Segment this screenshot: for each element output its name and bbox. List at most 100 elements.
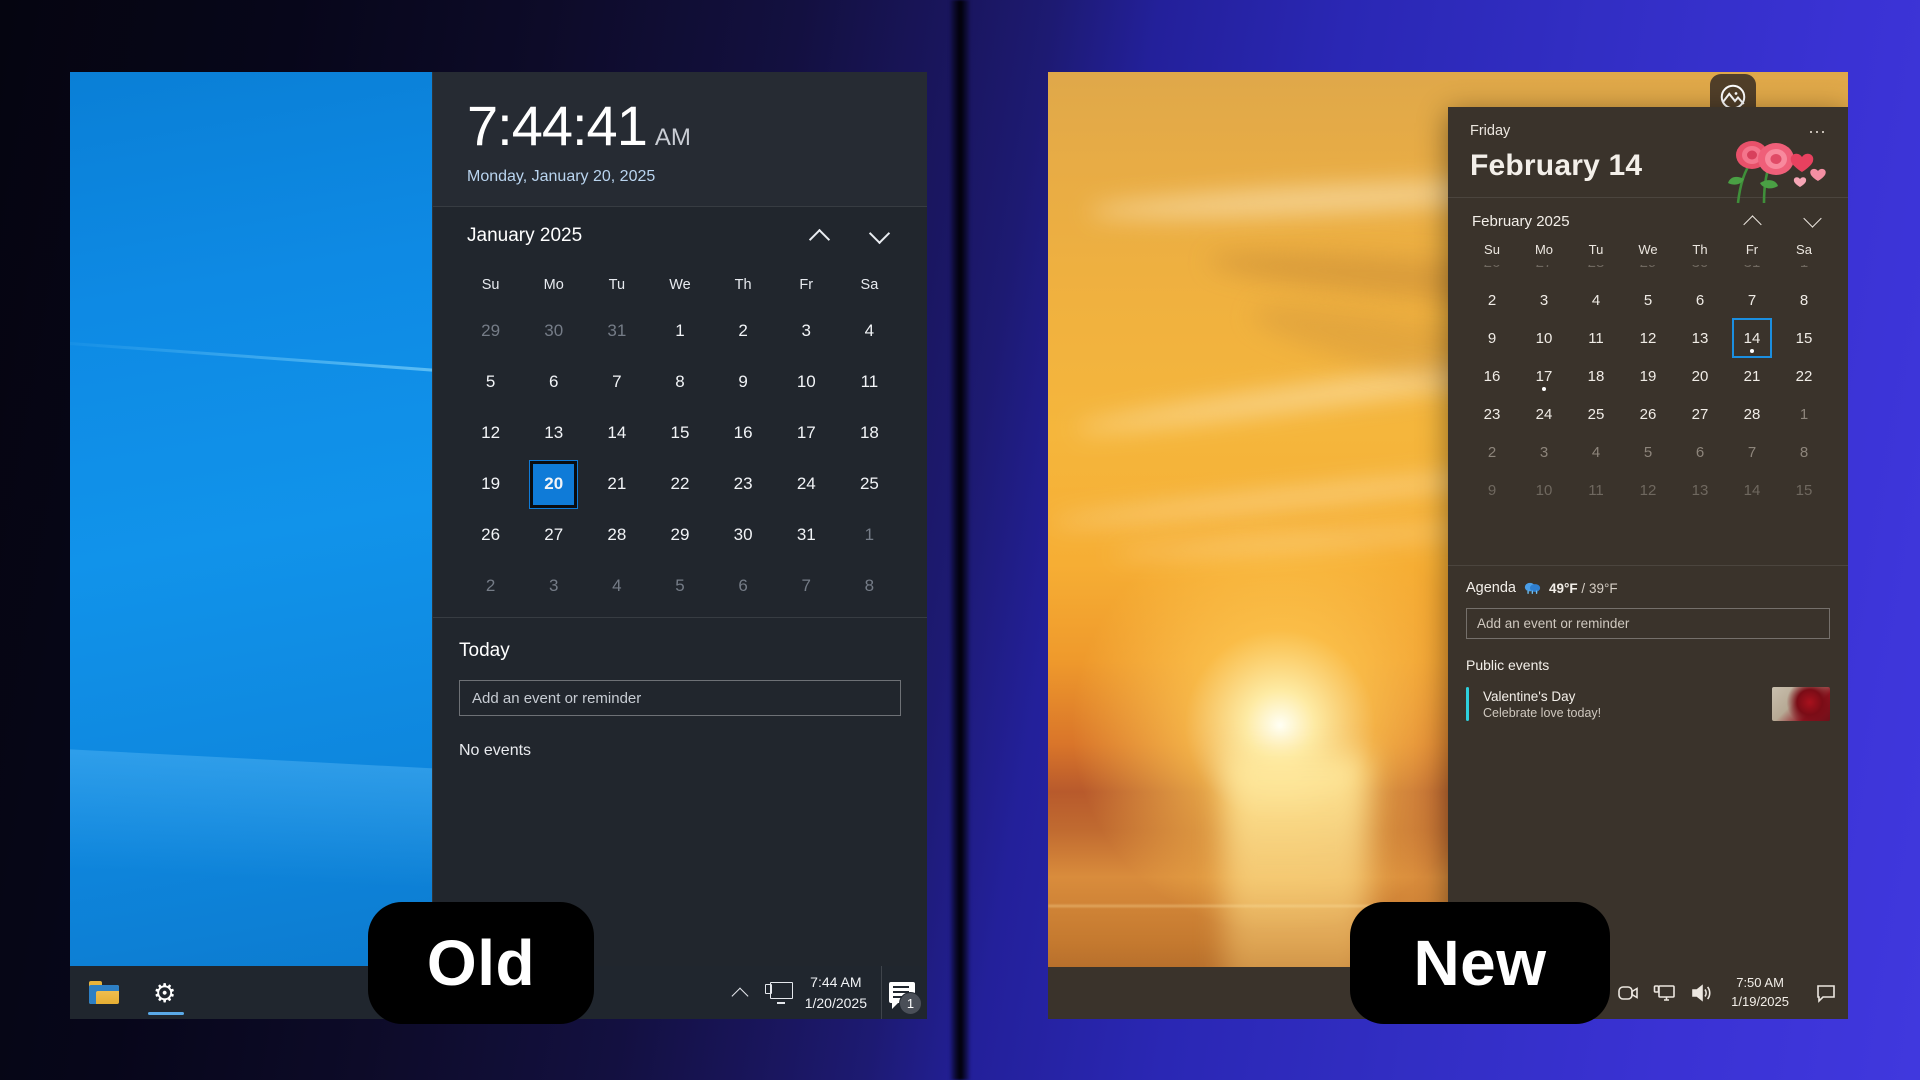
new-calendar-day[interactable]: 21 xyxy=(1726,357,1778,395)
old-calendar-day[interactable]: 7 xyxy=(775,563,838,609)
new-calendar-day[interactable]: 11 xyxy=(1570,319,1622,357)
old-calendar-day[interactable]: 10 xyxy=(775,359,838,405)
new-calendar-day[interactable]: 6 xyxy=(1674,433,1726,471)
old-calendar-day[interactable]: 2 xyxy=(459,563,522,609)
new-calendar-day[interactable]: 12 xyxy=(1622,319,1674,357)
old-calendar-day[interactable]: 31 xyxy=(775,512,838,558)
old-calendar-day[interactable]: 30 xyxy=(712,512,775,558)
old-calendar-day[interactable]: 8 xyxy=(838,563,901,609)
new-calendar-day[interactable]: 2 xyxy=(1466,433,1518,471)
new-taskbar-clock[interactable]: 7:50 AM 1/19/2025 xyxy=(1731,974,1789,1012)
old-calendar-day[interactable]: 17 xyxy=(775,410,838,456)
old-calendar-day[interactable]: 5 xyxy=(648,563,711,609)
new-calendar-day[interactable]: 26 xyxy=(1466,265,1518,281)
new-calendar-day[interactable]: 7 xyxy=(1726,433,1778,471)
old-calendar-day[interactable]: 20 xyxy=(522,459,585,509)
new-calendar-day[interactable]: 2 xyxy=(1466,281,1518,319)
new-calendar-day[interactable]: 9 xyxy=(1466,319,1518,357)
old-calendar-day[interactable]: 8 xyxy=(648,359,711,405)
old-calendar-day[interactable]: 14 xyxy=(585,410,648,456)
new-calendar-day[interactable]: 20 xyxy=(1674,357,1726,395)
file-explorer-taskbar-button[interactable] xyxy=(76,966,132,1019)
new-calendar-day[interactable]: 31 xyxy=(1726,265,1778,281)
old-calendar-day[interactable]: 26 xyxy=(459,512,522,558)
new-calendar-day[interactable]: 1 xyxy=(1778,395,1830,433)
old-calendar-day[interactable]: 21 xyxy=(585,461,648,507)
old-calendar-day[interactable]: 5 xyxy=(459,359,522,405)
new-calendar-scroll[interactable]: 2627282930311234567891011121314151617181… xyxy=(1466,265,1830,565)
new-calendar-day[interactable]: 13 xyxy=(1674,471,1726,509)
old-calendar-day[interactable]: 13 xyxy=(522,410,585,456)
new-calendar-day[interactable]: 9 xyxy=(1466,471,1518,509)
old-calendar-day[interactable]: 6 xyxy=(712,563,775,609)
old-calendar-day[interactable]: 27 xyxy=(522,512,585,558)
new-calendar-day[interactable]: 6 xyxy=(1674,281,1726,319)
new-calendar-day[interactable]: 3 xyxy=(1518,281,1570,319)
camera-icon[interactable] xyxy=(1616,982,1640,1004)
old-calendar-day[interactable]: 18 xyxy=(838,410,901,456)
action-center-button[interactable]: 1 xyxy=(881,966,922,1019)
old-calendar-day[interactable]: 22 xyxy=(648,461,711,507)
new-calendar-day[interactable]: 29 xyxy=(1622,265,1674,281)
new-calendar-day[interactable]: 27 xyxy=(1674,395,1726,433)
old-calendar-day[interactable]: 3 xyxy=(775,308,838,354)
old-calendar-day[interactable]: 29 xyxy=(459,308,522,354)
new-calendar-day[interactable]: 25 xyxy=(1570,395,1622,433)
new-calendar-day[interactable]: 23 xyxy=(1466,395,1518,433)
old-calendar-day[interactable]: 19 xyxy=(459,461,522,507)
old-calendar-day[interactable]: 3 xyxy=(522,563,585,609)
settings-taskbar-button[interactable]: ⚙ xyxy=(138,966,194,1019)
old-calendar-day[interactable]: 23 xyxy=(712,461,775,507)
new-calendar-day[interactable]: 15 xyxy=(1778,319,1830,357)
new-calendar-day[interactable]: 8 xyxy=(1778,281,1830,319)
new-calendar-day[interactable]: 4 xyxy=(1570,281,1622,319)
list-item[interactable]: Valentine's Day Celebrate love today! xyxy=(1466,687,1830,721)
old-calendar-day[interactable]: 2 xyxy=(712,308,775,354)
new-calendar-day[interactable]: 27 xyxy=(1518,265,1570,281)
new-calendar-day[interactable]: 7 xyxy=(1726,281,1778,319)
new-calendar-day[interactable]: 13 xyxy=(1674,319,1726,357)
chat-bubble-icon[interactable] xyxy=(1814,982,1838,1004)
old-month-label[interactable]: January 2025 xyxy=(467,225,582,247)
speaker-icon[interactable] xyxy=(1690,982,1714,1004)
old-calendar-day[interactable]: 6 xyxy=(522,359,585,405)
old-calendar-day[interactable]: 31 xyxy=(585,308,648,354)
new-calendar-day[interactable]: 28 xyxy=(1570,265,1622,281)
new-calendar-day[interactable]: 30 xyxy=(1674,265,1726,281)
new-calendar-day[interactable]: 10 xyxy=(1518,319,1570,357)
new-calendar-day[interactable]: 1 xyxy=(1778,265,1830,281)
old-calendar-day[interactable]: 4 xyxy=(838,308,901,354)
old-calendar-day[interactable]: 1 xyxy=(648,308,711,354)
old-calendar-day[interactable]: 11 xyxy=(838,359,901,405)
new-calendar-day[interactable]: 18 xyxy=(1570,357,1622,395)
new-calendar-day[interactable]: 22 xyxy=(1778,357,1830,395)
old-calendar-day[interactable]: 24 xyxy=(775,461,838,507)
old-calendar-day[interactable]: 30 xyxy=(522,308,585,354)
new-calendar-day[interactable]: 14 xyxy=(1726,318,1778,358)
old-calendar-day[interactable]: 7 xyxy=(585,359,648,405)
chevron-up-icon[interactable] xyxy=(729,982,751,1004)
old-calendar-day[interactable]: 1 xyxy=(838,512,901,558)
new-calendar-day[interactable]: 15 xyxy=(1778,471,1830,509)
new-month-label[interactable]: February 2025 xyxy=(1472,213,1570,230)
monitor-network-icon[interactable] xyxy=(1653,982,1677,1004)
new-calendar-day[interactable]: 19 xyxy=(1622,357,1674,395)
new-calendar-day[interactable]: 14 xyxy=(1726,471,1778,509)
old-calendar-day[interactable]: 4 xyxy=(585,563,648,609)
new-calendar-day[interactable]: 4 xyxy=(1570,433,1622,471)
old-calendar-day[interactable]: 9 xyxy=(712,359,775,405)
chevron-down-icon[interactable] xyxy=(1802,210,1824,232)
new-calendar-day[interactable]: 8 xyxy=(1778,433,1830,471)
chevron-down-icon[interactable] xyxy=(867,223,893,249)
new-calendar-day[interactable]: 5 xyxy=(1622,433,1674,471)
old-calendar-day[interactable]: 15 xyxy=(648,410,711,456)
monitor-network-icon[interactable] xyxy=(764,981,793,1004)
new-calendar-day[interactable]: 17 xyxy=(1518,357,1570,395)
new-calendar-day[interactable]: 10 xyxy=(1518,471,1570,509)
new-calendar-day[interactable]: 24 xyxy=(1518,395,1570,433)
new-calendar-day[interactable]: 11 xyxy=(1570,471,1622,509)
old-add-event-input[interactable] xyxy=(459,680,901,716)
new-calendar-day[interactable]: 3 xyxy=(1518,433,1570,471)
chevron-up-icon[interactable] xyxy=(807,223,833,249)
old-taskbar-clock[interactable]: 7:44 AM 1/20/2025 xyxy=(805,972,867,1013)
